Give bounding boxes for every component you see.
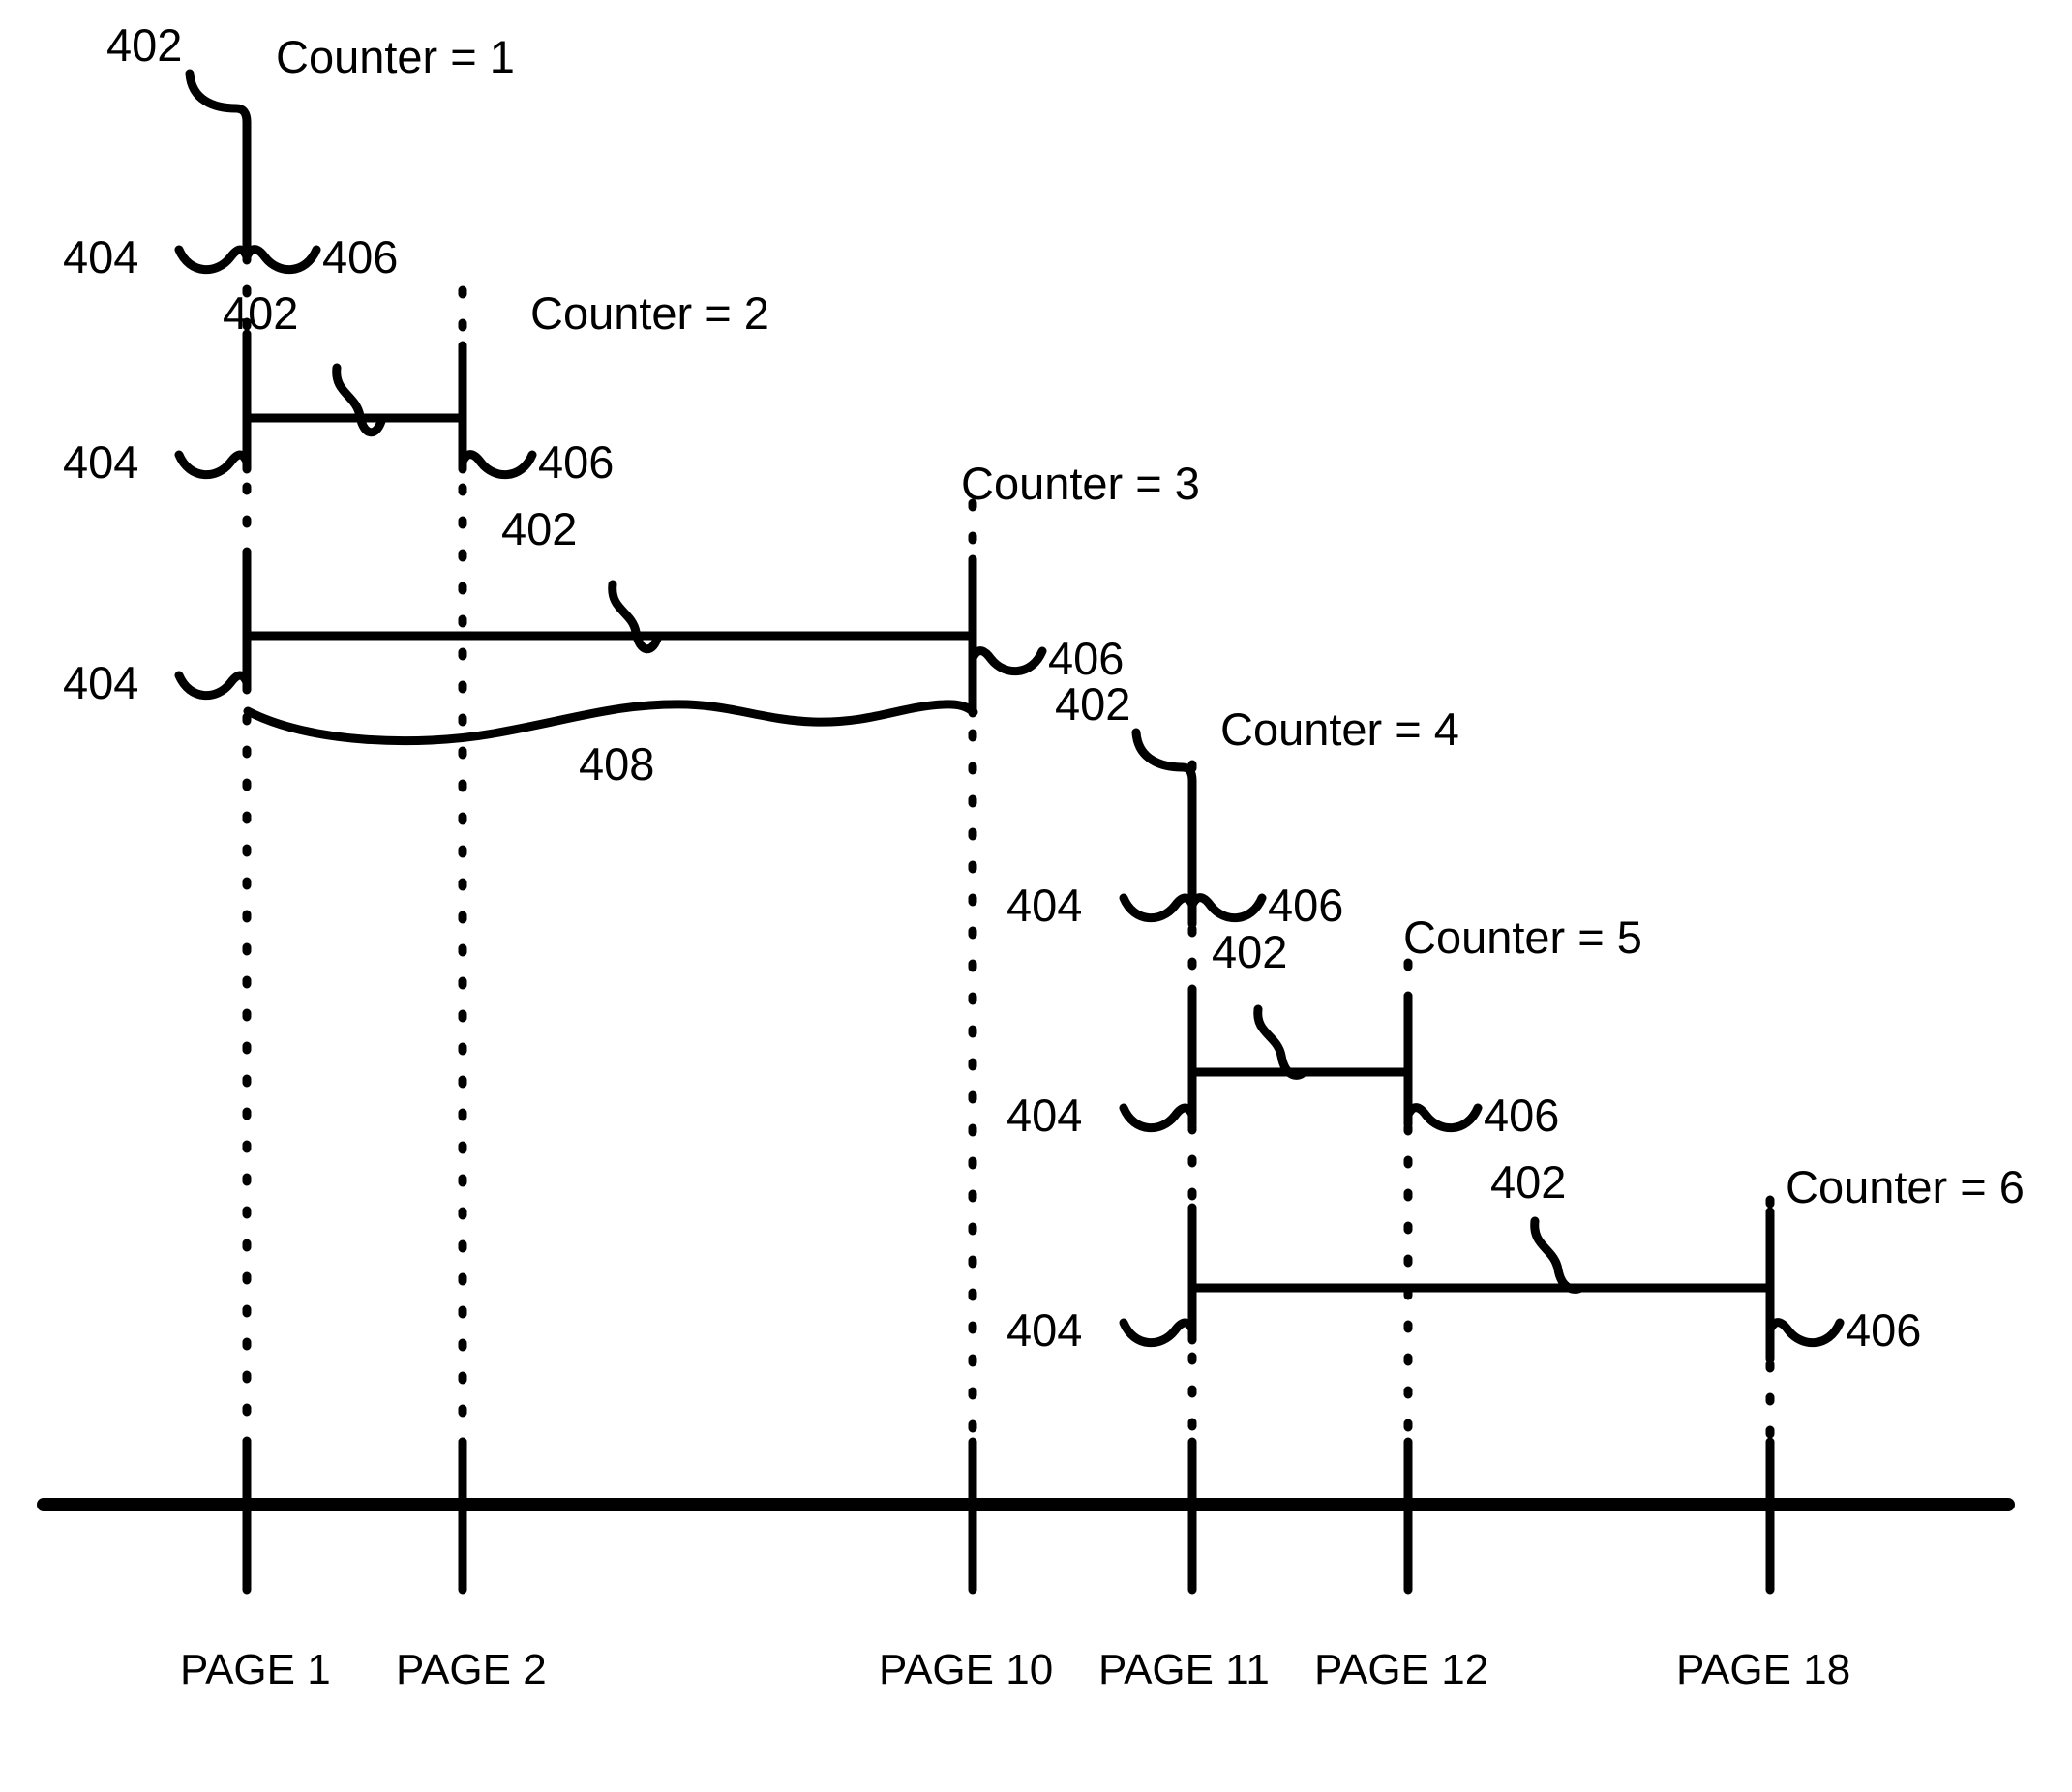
counter-6-group [1187, 1203, 1775, 1364]
page-label-2: PAGE 2 [396, 1646, 547, 1693]
counter-5-group [1187, 984, 1413, 1129]
ref-402-labels: 402 402 402 402 402 402 [106, 19, 1566, 1208]
ref-402-c3: 402 [501, 503, 577, 554]
counter-4-label: Counter = 4 [1220, 703, 1459, 755]
page-label-1: PAGE 1 [180, 1646, 331, 1693]
ref-404-c4: 404 [1006, 880, 1082, 931]
ref-406-c1: 406 [322, 231, 398, 283]
ref-402-c6: 402 [1490, 1156, 1566, 1208]
ref-406-c2: 406 [538, 436, 614, 488]
counter-3-group [242, 547, 978, 746]
leader-404-c3 [174, 671, 252, 701]
ref-402-c2: 402 [223, 287, 298, 339]
ref-402-c5: 402 [1212, 926, 1287, 977]
leader-404-c1 [174, 245, 252, 275]
leader-404-c4 [1119, 893, 1197, 923]
ref-406-c3: 406 [1048, 633, 1124, 684]
ref-404-c3: 404 [63, 657, 138, 708]
leader-404-c5 [1119, 1103, 1197, 1133]
counter-labels: Counter = 1 Counter = 2 Counter = 3 Coun… [276, 31, 2025, 1212]
counter-2-label: Counter = 2 [530, 287, 769, 339]
ref-406-c6: 406 [1846, 1304, 1921, 1356]
counter-3-label: Counter = 3 [961, 458, 1200, 509]
counter-6-label: Counter = 6 [1786, 1161, 2025, 1212]
page-labels: PAGE 1 PAGE 2 PAGE 10 PAGE 11 PAGE 12 PA… [180, 1646, 1850, 1693]
leader-406-c6 [1765, 1318, 1845, 1348]
ref-406-c5: 406 [1484, 1090, 1559, 1141]
ref-404-c1: 404 [63, 231, 138, 283]
ref-408: 408 [579, 738, 654, 790]
leader-404-c6 [1119, 1318, 1197, 1348]
leader-402-c2 [332, 363, 387, 437]
patent-figure-svg: Counter = 1 Counter = 2 Counter = 3 Coun… [37, 19, 2025, 1693]
leaders-406 [242, 245, 1845, 1348]
break-line-408 [243, 700, 978, 746]
counter-1-label: Counter = 1 [276, 31, 515, 82]
leaders-404 [174, 245, 1197, 1348]
ref-404-c5: 404 [1006, 1090, 1082, 1141]
leader-402-c1 [185, 69, 252, 261]
leader-406-c3 [968, 646, 1047, 676]
ref-402-c1: 402 [106, 19, 182, 71]
leader-406-c5 [1403, 1103, 1483, 1133]
ref-404-c6: 404 [1006, 1304, 1082, 1356]
ref-404-c2: 404 [63, 436, 138, 488]
figure-canvas: Counter = 1 Counter = 2 Counter = 3 Coun… [0, 0, 2072, 1792]
page-label-10: PAGE 10 [879, 1646, 1053, 1693]
page-axis-ticks [242, 1437, 1775, 1595]
page-label-18: PAGE 18 [1676, 1646, 1850, 1693]
leader-402-c5 [1253, 1004, 1308, 1080]
page-label-11: PAGE 11 [1098, 1646, 1270, 1693]
ref-404-labels: 404 404 404 404 404 404 [63, 231, 1082, 1356]
leader-406-c4 [1187, 893, 1267, 923]
ref-402-c4: 402 [1055, 678, 1130, 730]
ref-406-c4: 406 [1268, 880, 1343, 931]
leader-404-c2 [174, 450, 252, 480]
ref-406-labels: 406 406 406 406 406 406 [322, 231, 1921, 1356]
counter-5-label: Counter = 5 [1403, 911, 1642, 963]
leader-406-c2 [458, 450, 537, 480]
page-label-12: PAGE 12 [1314, 1646, 1488, 1693]
counter-1-group [185, 69, 252, 261]
leader-406-c1 [242, 245, 321, 275]
leader-402-c6 [1530, 1216, 1585, 1294]
